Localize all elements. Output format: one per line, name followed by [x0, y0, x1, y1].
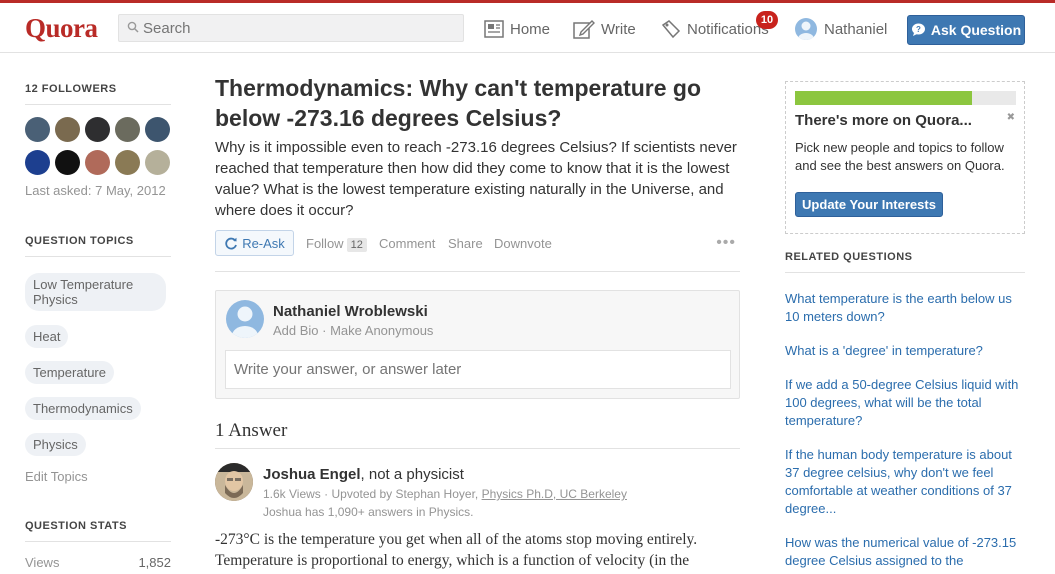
follower-avatar[interactable] [115, 117, 140, 142]
divider [25, 104, 171, 105]
follower-avatar[interactable] [25, 117, 50, 142]
share-button[interactable]: Share [448, 236, 483, 251]
write-icon [573, 20, 595, 39]
follower-avatar[interactable] [145, 150, 170, 175]
composer-name[interactable]: Nathaniel Wroblewski [273, 303, 428, 320]
nav-write[interactable]: Write [573, 17, 636, 41]
answers-count: 1 Answer [215, 420, 288, 441]
follower-avatar[interactable] [85, 117, 110, 142]
divider [25, 256, 171, 257]
answer-views-upvoted: 1.6k Views · Upvoted by Stephan Hoyer, [263, 487, 482, 501]
question-details: Why is it impossible even to reach -273.… [215, 139, 737, 219]
interests-progress-bar [795, 91, 1016, 105]
follow-label: Follow [306, 236, 344, 251]
answer-author-stats: Joshua has 1,090+ answers in Physics. [263, 505, 474, 519]
answer-author-avatar[interactable] [215, 463, 253, 501]
nav-profile-label: Nathaniel [824, 20, 888, 38]
interests-promo: There's more on Quora... ✖ Pick new peop… [785, 81, 1025, 234]
ask-question-button[interactable]: ? Ask Question [907, 15, 1025, 45]
divider [25, 541, 171, 542]
downvote-button[interactable]: Downvote [494, 236, 552, 251]
nav-profile[interactable]: Nathaniel [795, 17, 887, 41]
views-label: Views [25, 555, 60, 570]
last-asked: Last asked: 7 May, 2012 [25, 183, 166, 198]
stats-views-row: Views 1,852 [25, 555, 171, 570]
answer-composer: Nathaniel Wroblewski Add Bio · Make Anon… [215, 290, 740, 399]
home-icon [484, 20, 504, 38]
progress-fill [795, 91, 972, 105]
promo-title: There's more on Quora... [795, 112, 972, 129]
quora-logo[interactable]: Quora [25, 13, 98, 44]
notifications-icon [661, 20, 681, 39]
follower-avatar[interactable] [115, 150, 140, 175]
promo-text: Pick new people and topics to follow and… [795, 140, 1005, 173]
followers-title: 12 FOLLOWERS [25, 83, 117, 95]
answer-author-credential: , not a physicist [360, 466, 464, 483]
related-questions-title: RELATED QUESTIONS [785, 251, 913, 263]
question-actions: Re-Ask Follow 12 Comment Share Downvote •… [215, 230, 740, 258]
related-question-link[interactable]: How was the numerical value of -273.15 d… [785, 534, 1025, 570]
question-title: Thermodynamics: Why can't temperature go… [215, 75, 702, 131]
user-avatar [795, 18, 817, 40]
question-stats-title: QUESTION STATS [25, 520, 127, 532]
topic-pill[interactable]: Thermodynamics [25, 397, 141, 420]
answer-author-name[interactable]: Joshua Engel [263, 466, 361, 483]
answer-author: Joshua Engel, not a physicist [263, 466, 464, 483]
follower-avatar[interactable] [85, 150, 110, 175]
ask-question-label: Ask Question [930, 22, 1022, 38]
topic-pill[interactable]: Temperature [25, 361, 114, 384]
search-box[interactable] [118, 14, 464, 42]
speech-bubble-icon: ? [911, 23, 925, 36]
top-bar: Quora Home Write Notifications 10 [0, 0, 1055, 53]
topic-pill[interactable]: Physics [25, 433, 86, 456]
composer-avatar [226, 300, 264, 338]
close-icon[interactable]: ✖ [1007, 112, 1015, 123]
answer-input[interactable] [225, 350, 731, 389]
related-question-link[interactable]: If we add a 50-degree Celsius liquid wit… [785, 376, 1025, 430]
edit-topics-link[interactable]: Edit Topics [25, 469, 88, 484]
search-input[interactable] [143, 18, 443, 38]
upvoter-credential-link[interactable]: Physics Ph.D, UC Berkeley [482, 487, 627, 501]
follow-button[interactable]: Follow 12 [306, 236, 367, 252]
related-question-link[interactable]: What temperature is the earth below us 1… [785, 290, 1025, 326]
nav-write-label: Write [601, 20, 636, 38]
svg-text:?: ? [916, 25, 921, 34]
update-interests-button[interactable]: Update Your Interests [795, 192, 943, 217]
views-value: 1,852 [138, 555, 171, 570]
topic-pill[interactable]: Heat [25, 325, 69, 348]
follower-avatar[interactable] [25, 150, 50, 175]
related-question-link[interactable]: If the human body temperature is about 3… [785, 446, 1025, 518]
nav-notifications[interactable]: Notifications [661, 17, 769, 41]
divider [785, 272, 1025, 273]
question-topics-title: QUESTION TOPICS [25, 235, 134, 247]
divider [215, 448, 740, 449]
reask-label: Re-Ask [242, 235, 285, 251]
composer-options[interactable]: Add Bio · Make Anonymous [273, 323, 433, 338]
search-icon [127, 21, 139, 33]
reask-icon [225, 237, 238, 250]
comment-button[interactable]: Comment [379, 236, 435, 251]
topic-pill[interactable]: Low Temperature Physics [25, 273, 166, 311]
related-question-link[interactable]: What is a 'degree' in temperature? [785, 342, 1025, 360]
nav-home[interactable]: Home [484, 17, 550, 41]
nav-home-label: Home [510, 20, 551, 38]
follower-avatar[interactable] [55, 150, 80, 175]
divider [215, 271, 740, 272]
answer-meta: 1.6k Views · Upvoted by Stephan Hoyer, P… [263, 487, 627, 501]
notifications-badge: 10 [756, 11, 778, 29]
follow-count: 12 [346, 238, 367, 252]
answer-body: -273°C is the temperature you get when a… [215, 531, 698, 569]
reask-button[interactable]: Re-Ask [215, 230, 294, 256]
more-options-icon[interactable]: ••• [716, 234, 736, 252]
follower-avatar[interactable] [145, 117, 170, 142]
follower-avatar[interactable] [55, 117, 80, 142]
